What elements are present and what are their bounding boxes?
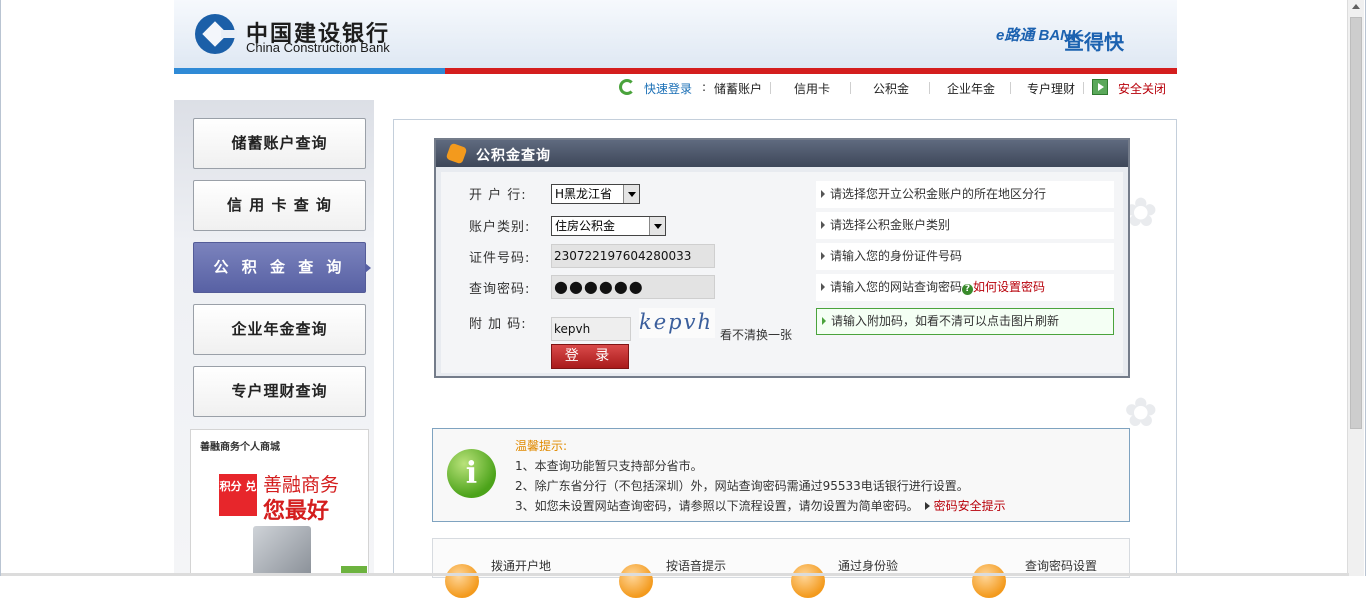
ccb-logo-icon	[195, 14, 237, 54]
branch-select[interactable]: H黑龙江省	[551, 184, 640, 204]
captcha-refresh-link[interactable]: 看不清换一张	[720, 326, 792, 343]
step-2: 按语音提示	[666, 559, 727, 573]
main-content: ✿ ✿ 公积金查询 开 户 行: H黑龙江省 账户类别: 住房公积金 证件号码:…	[393, 119, 1177, 598]
nav-divider	[850, 82, 851, 94]
hint-password-text: 请输入您的网站查询密码	[830, 280, 963, 294]
step-icon	[791, 564, 825, 598]
branch-select-value: H黑龙江省	[555, 187, 613, 201]
tips-title: 温馨提示:	[515, 439, 568, 453]
quick-login-label: 快速登录	[644, 82, 693, 96]
step-icon	[619, 564, 653, 598]
nav-divider	[770, 82, 771, 94]
step-1: 拨通开户地	[491, 559, 552, 573]
vertical-scrollbar[interactable]	[1347, 0, 1364, 576]
captcha-image[interactable]: kepvh	[639, 308, 715, 338]
bank-card-image	[253, 526, 311, 576]
account-type-label: 账户类别:	[469, 220, 531, 235]
nav-colon: :	[702, 80, 707, 94]
nav-item-credit-card[interactable]: 信用卡	[794, 80, 830, 97]
nav-divider	[1010, 82, 1011, 94]
ebank-slogan: 查得快	[1064, 30, 1124, 54]
sidebar-item-wealth-query[interactable]: 专户理财查询	[193, 366, 366, 417]
chevron-down-icon[interactable]	[649, 217, 665, 235]
info-icon: i	[447, 449, 496, 498]
steps-box: 拨通开户地 按语音提示 通过身份验 查询密码设置	[432, 538, 1130, 598]
login-button[interactable]: 登 录	[551, 344, 629, 369]
query-panel-header: 公积金查询	[436, 140, 1128, 167]
captcha-input[interactable]: kepvh	[551, 317, 631, 341]
step-4: 查询密码设置	[1025, 559, 1098, 573]
sidebar-item-provident-fund-query[interactable]: 公 积 金 查 询	[193, 242, 371, 293]
password-input[interactable]: ●●●●●●	[551, 275, 715, 299]
browser-viewport: 中国建设银行 China Construction Bank e路通 BANK …	[0, 0, 1366, 598]
refresh-icon	[619, 79, 635, 95]
account-type-select-value: 住房公积金	[555, 219, 616, 233]
safe-exit-link[interactable]: 安全关闭	[1118, 80, 1166, 97]
nav-item-provident-fund[interactable]: 公积金	[873, 80, 909, 97]
nav-item-annuity[interactable]: 企业年金	[947, 80, 995, 97]
step-icon	[972, 564, 1006, 598]
chevron-down-icon[interactable]	[623, 185, 639, 203]
sidebar-item-savings-query[interactable]: 储蓄账户查询	[193, 118, 366, 169]
page-container: 中国建设银行 China Construction Bank e路通 BANK …	[174, 0, 1177, 598]
promo-banner-title: 善融商务个人商城	[200, 442, 280, 453]
puzzle-icon	[445, 142, 468, 165]
promo-line-2: 您最好	[263, 499, 330, 524]
step-3: 通过身份验	[838, 559, 899, 573]
nav-item-wealth[interactable]: 专户理财	[1027, 80, 1075, 97]
captcha-label: 附 加 码:	[469, 317, 527, 332]
scroll-up-icon[interactable]	[1352, 4, 1360, 9]
sidebar: 储蓄账户查询 信 用 卡 查 询 公 积 金 查 询 企业年金查询 专户理财查询…	[174, 100, 374, 576]
id-number-label: 证件号码:	[469, 251, 531, 266]
sidebar-item-credit-card-query[interactable]: 信 用 卡 查 询	[193, 180, 366, 231]
nav-divider	[1083, 82, 1084, 94]
hint-captcha: 请输入附加码，如看不清可以点击图片刷新	[816, 308, 1114, 335]
nav-divider	[929, 82, 930, 94]
sidebar-item-annuity-query[interactable]: 企业年金查询	[193, 304, 366, 355]
help-icon: ?	[962, 284, 974, 295]
query-panel-title: 公积金查询	[476, 148, 551, 164]
tip-line-1: 1、本查询功能暂只支持部分省市。	[515, 459, 703, 473]
step-icon	[445, 564, 479, 598]
tip-line-3: 3、如您未设置网站查询密码，请参照以下流程设置，请勿设置为简单密码。 密码安全提示	[515, 497, 1006, 514]
query-panel: 公积金查询 开 户 行: H黑龙江省 账户类别: 住房公积金 证件号码: 230…	[434, 138, 1130, 378]
logo-english-name: China Construction Bank	[246, 40, 390, 55]
scrollbar-thumb[interactable]	[1350, 17, 1362, 429]
exit-icon[interactable]	[1092, 79, 1108, 95]
tips-box: i 温馨提示: 1、本查询功能暂只支持部分省市。 2、除广东省分行（不包括深圳）…	[432, 428, 1130, 522]
id-number-input[interactable]: 230722197604280033	[551, 244, 715, 268]
password-label: 查询密码:	[469, 282, 531, 297]
tip-line-3-text: 3、如您未设置网站查询密码，请参照以下流程设置，请勿设置为简单密码。	[515, 499, 919, 513]
nav-item-savings[interactable]: 储蓄账户	[714, 80, 762, 97]
header: 中国建设银行 China Construction Bank e路通 BANK …	[174, 0, 1177, 68]
hint-id-number: 请输入您的身份证件号码	[816, 243, 1114, 270]
account-type-select[interactable]: 住房公积金	[551, 216, 666, 236]
query-form: 开 户 行: H黑龙江省 账户类别: 住房公积金 证件号码: 230722197…	[441, 172, 1123, 373]
branch-label: 开 户 行:	[469, 188, 527, 203]
promo-banner[interactable]: 善融商务个人商城 积分 兑 善融商务 您最好	[190, 429, 369, 576]
arrow-right-icon	[924, 502, 930, 510]
hint-password: 请输入您的网站查询密码? 如何设置密码	[816, 274, 1114, 301]
tip-line-2: 2、除广东省分行（不包括深圳）外，网站查询密码需通过95533电话银行进行设置。	[515, 479, 969, 493]
hint-account-type: 请选择公积金账户类别	[816, 212, 1114, 239]
top-navigation: 快速登录 : 储蓄账户 信用卡 公积金 企业年金 专户理财 安全关闭	[174, 74, 1177, 100]
hint-branch: 请选择您开立公积金账户的所在地区分行	[816, 181, 1114, 208]
points-badge: 积分 兑	[219, 474, 257, 516]
password-help-link[interactable]: 如何设置密码	[973, 280, 1045, 294]
password-safety-link[interactable]: 密码安全提示	[934, 499, 1006, 513]
